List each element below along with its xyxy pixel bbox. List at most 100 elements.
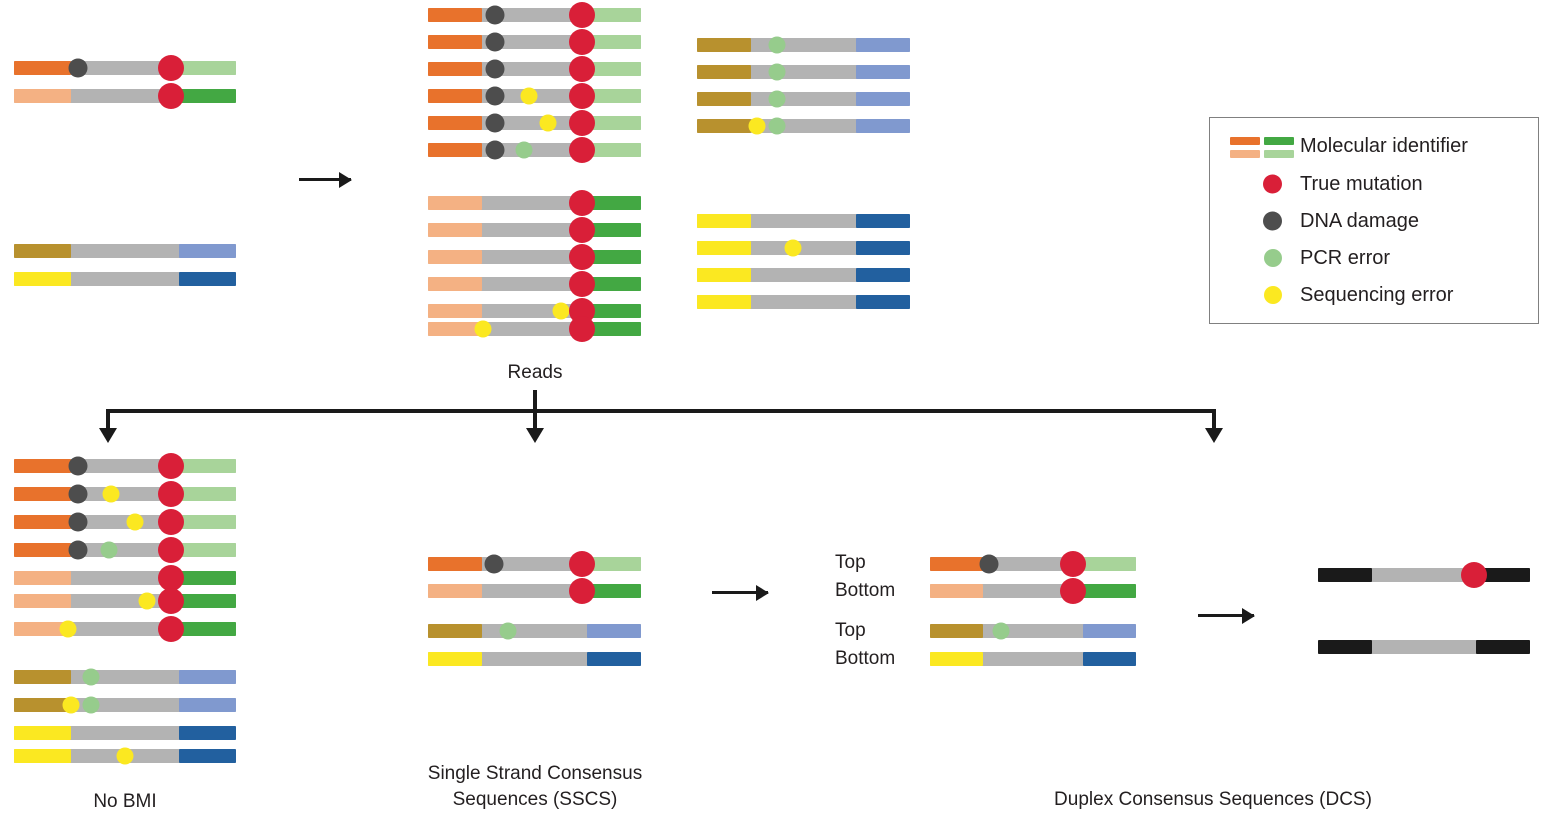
strand	[14, 83, 236, 109]
molecular-identifier-tag-left	[930, 584, 983, 598]
pcr-error-dot	[768, 36, 786, 54]
true-mutation-dot	[157, 83, 184, 109]
molecular-identifier-tag-left	[428, 652, 482, 666]
true-mutation-dot	[157, 537, 184, 563]
bracket-arrow-right	[1205, 428, 1223, 443]
true-mutation-dot	[569, 110, 596, 136]
read-row	[428, 56, 641, 82]
molecular-identifier-tag-left	[428, 89, 482, 103]
read-row	[428, 137, 641, 163]
strand	[14, 244, 236, 258]
dna-damage-dot	[1263, 211, 1282, 231]
molecular-identifier-tag-right	[856, 214, 910, 228]
molecular-identifier-tag-left	[428, 277, 482, 291]
molecular-identifier-tag-left	[428, 8, 482, 22]
legend-item-pcr-error: PCR error	[1222, 242, 1390, 274]
dcs-pair-row	[930, 551, 1136, 577]
molecular-identifier-tag-left	[14, 487, 71, 501]
dna-damage-dot	[484, 554, 504, 574]
no-bmi-row	[14, 696, 236, 714]
molecular-identifier-tag-left	[428, 35, 482, 49]
no-bmi-row	[14, 537, 236, 563]
bracket-arrow-left	[99, 428, 117, 443]
true-mutation-dot	[569, 271, 596, 297]
caption-no-bmi: No BMI	[93, 791, 157, 812]
molecular-identifier-tag-left	[14, 749, 71, 763]
bracket-arrow-mid	[526, 428, 544, 443]
read-row	[697, 268, 910, 282]
true-mutation-dot	[569, 2, 596, 28]
molecular-identifier-tag-left	[930, 652, 983, 666]
strand-label-bottom: Bottom	[835, 580, 896, 601]
legend-item-true-mutation: True mutation	[1222, 168, 1423, 200]
dna-damage-dot	[485, 59, 505, 79]
molecular-identifier-tag-right	[856, 295, 910, 309]
true-mutation-dot	[569, 83, 596, 109]
molecular-identifier-tag-left	[428, 304, 482, 318]
legend-bar-light-green	[1264, 150, 1294, 158]
molecular-identifier-tag-left	[697, 119, 751, 133]
sequencing-error-dot	[138, 592, 156, 610]
molecular-identifier-tag-left	[14, 89, 71, 103]
true-mutation-dot	[569, 316, 596, 342]
pcr-error-dot	[499, 622, 517, 640]
dna-damage-dot	[68, 512, 88, 532]
legend-item-molecular-identifier: Molecular identifier	[1222, 126, 1468, 166]
no-bmi-row	[14, 726, 236, 740]
dna-damage-dot	[68, 456, 88, 476]
sscs-row	[428, 551, 641, 577]
pcr-error-dot	[100, 541, 118, 559]
diagram-canvas: Reads No BMI Single Strand Consensus Seq…	[0, 0, 1552, 838]
pcr-error-dot	[992, 622, 1010, 640]
molecular-identifier-tag-left	[428, 196, 482, 210]
true-mutation-dot	[1263, 174, 1282, 194]
true-mutation-dot	[157, 55, 184, 81]
true-mutation-dot	[569, 217, 596, 243]
true-mutation-dot	[569, 56, 596, 82]
pcr-error-dot	[82, 668, 100, 686]
molecular-identifier-tag-left	[428, 557, 482, 571]
sscs-row	[428, 622, 641, 640]
molecular-identifier-tag-right	[179, 487, 236, 501]
read-row	[428, 316, 641, 342]
molecular-identifier-tag-left	[697, 268, 751, 282]
sequencing-error-dot	[1264, 286, 1282, 304]
true-mutation-dot	[1460, 562, 1487, 588]
molecular-identifier-tag-right	[179, 670, 236, 684]
legend-label: Sequencing error	[1300, 283, 1454, 306]
pcr-error-dot	[768, 63, 786, 81]
molecular-identifier-tag-right	[856, 38, 910, 52]
molecular-identifier-tag-right	[856, 241, 910, 255]
molecular-identifier-tag-left	[14, 272, 71, 286]
molecular-identifier-tag-left	[697, 92, 751, 106]
molecular-identifier-tag-right	[179, 622, 236, 636]
strand	[14, 272, 236, 286]
true-mutation-dot	[569, 190, 596, 216]
read-row	[428, 110, 641, 136]
molecular-identifier-tag-right	[179, 571, 236, 585]
molecular-identifier-tag-right	[179, 244, 236, 258]
molecular-identifier-tag-left	[428, 250, 482, 264]
read-row	[428, 190, 641, 216]
read-row	[697, 36, 910, 54]
molecular-identifier-tag-right	[179, 543, 236, 557]
molecular-identifier-tag-right	[179, 726, 236, 740]
sequencing-error-dot	[784, 239, 802, 257]
sscs-row	[428, 578, 641, 604]
sequencing-error-dot	[474, 320, 492, 338]
pcr-error-dot	[768, 117, 786, 135]
sequencing-error-dot	[62, 696, 80, 714]
dna-damage-dot	[485, 5, 505, 25]
true-mutation-dot	[1060, 551, 1087, 577]
molecular-identifier-tag-right	[1083, 624, 1136, 638]
legend-bar-light-orange	[1230, 150, 1260, 158]
sequencing-error-dot	[116, 747, 134, 765]
molecular-identifier-tag-right	[179, 272, 236, 286]
true-mutation-swatch	[1222, 171, 1296, 197]
molecular-identifier-tag-left	[697, 214, 751, 228]
read-row	[428, 298, 641, 324]
dna-damage-dot	[979, 554, 999, 574]
dcs-pair-row	[930, 622, 1136, 640]
no-bmi-row	[14, 481, 236, 507]
molecular-identifier-tag-left	[14, 244, 71, 258]
